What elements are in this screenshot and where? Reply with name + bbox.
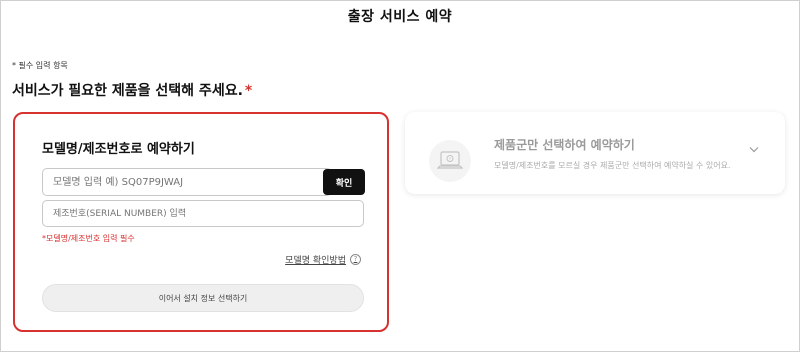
- serial-number-input[interactable]: [42, 200, 364, 227]
- required-message: *모델명/제조번호 입력 필수: [42, 234, 135, 243]
- laptop-icon: [429, 140, 471, 182]
- category-select-card[interactable]: 제품군만 선택하여 예약하기 모델명/제조번호를 모르실 경우 제품군만 선택하…: [405, 112, 785, 194]
- help-icon: ?: [350, 254, 361, 265]
- model-howto-label: 모델명 확인방법: [285, 256, 346, 266]
- section-heading-text: 서비스가 필요한 제품을 선택해 주세요.: [12, 83, 243, 99]
- model-howto-link[interactable]: 모델명 확인방법 ?: [285, 253, 361, 266]
- chevron-down-icon[interactable]: [749, 138, 759, 157]
- model-serial-card: 모델명/제조번호로 예약하기 확인 *모델명/제조번호 입력 필수 모델명 확인…: [13, 112, 389, 332]
- confirm-button[interactable]: 확인: [323, 169, 365, 195]
- model-card-title: 모델명/제조번호로 예약하기: [42, 142, 195, 157]
- required-note: * 필수 입력 항목: [12, 61, 68, 70]
- page-title: 출장 서비스 예약: [347, 9, 453, 25]
- category-card-title: 제품군만 선택하여 예약하기: [494, 138, 635, 152]
- next-install-info-button[interactable]: 이어서 설치 정보 선택하기: [42, 284, 364, 312]
- section-heading: 서비스가 필요한 제품을 선택해 주세요. *: [12, 80, 252, 100]
- model-number-input[interactable]: [42, 168, 332, 196]
- required-star: *: [244, 83, 253, 99]
- category-card-description: 모델명/제조번호를 모르실 경우 제품군만 선택하여 예약하실 수 있어요.: [494, 161, 731, 170]
